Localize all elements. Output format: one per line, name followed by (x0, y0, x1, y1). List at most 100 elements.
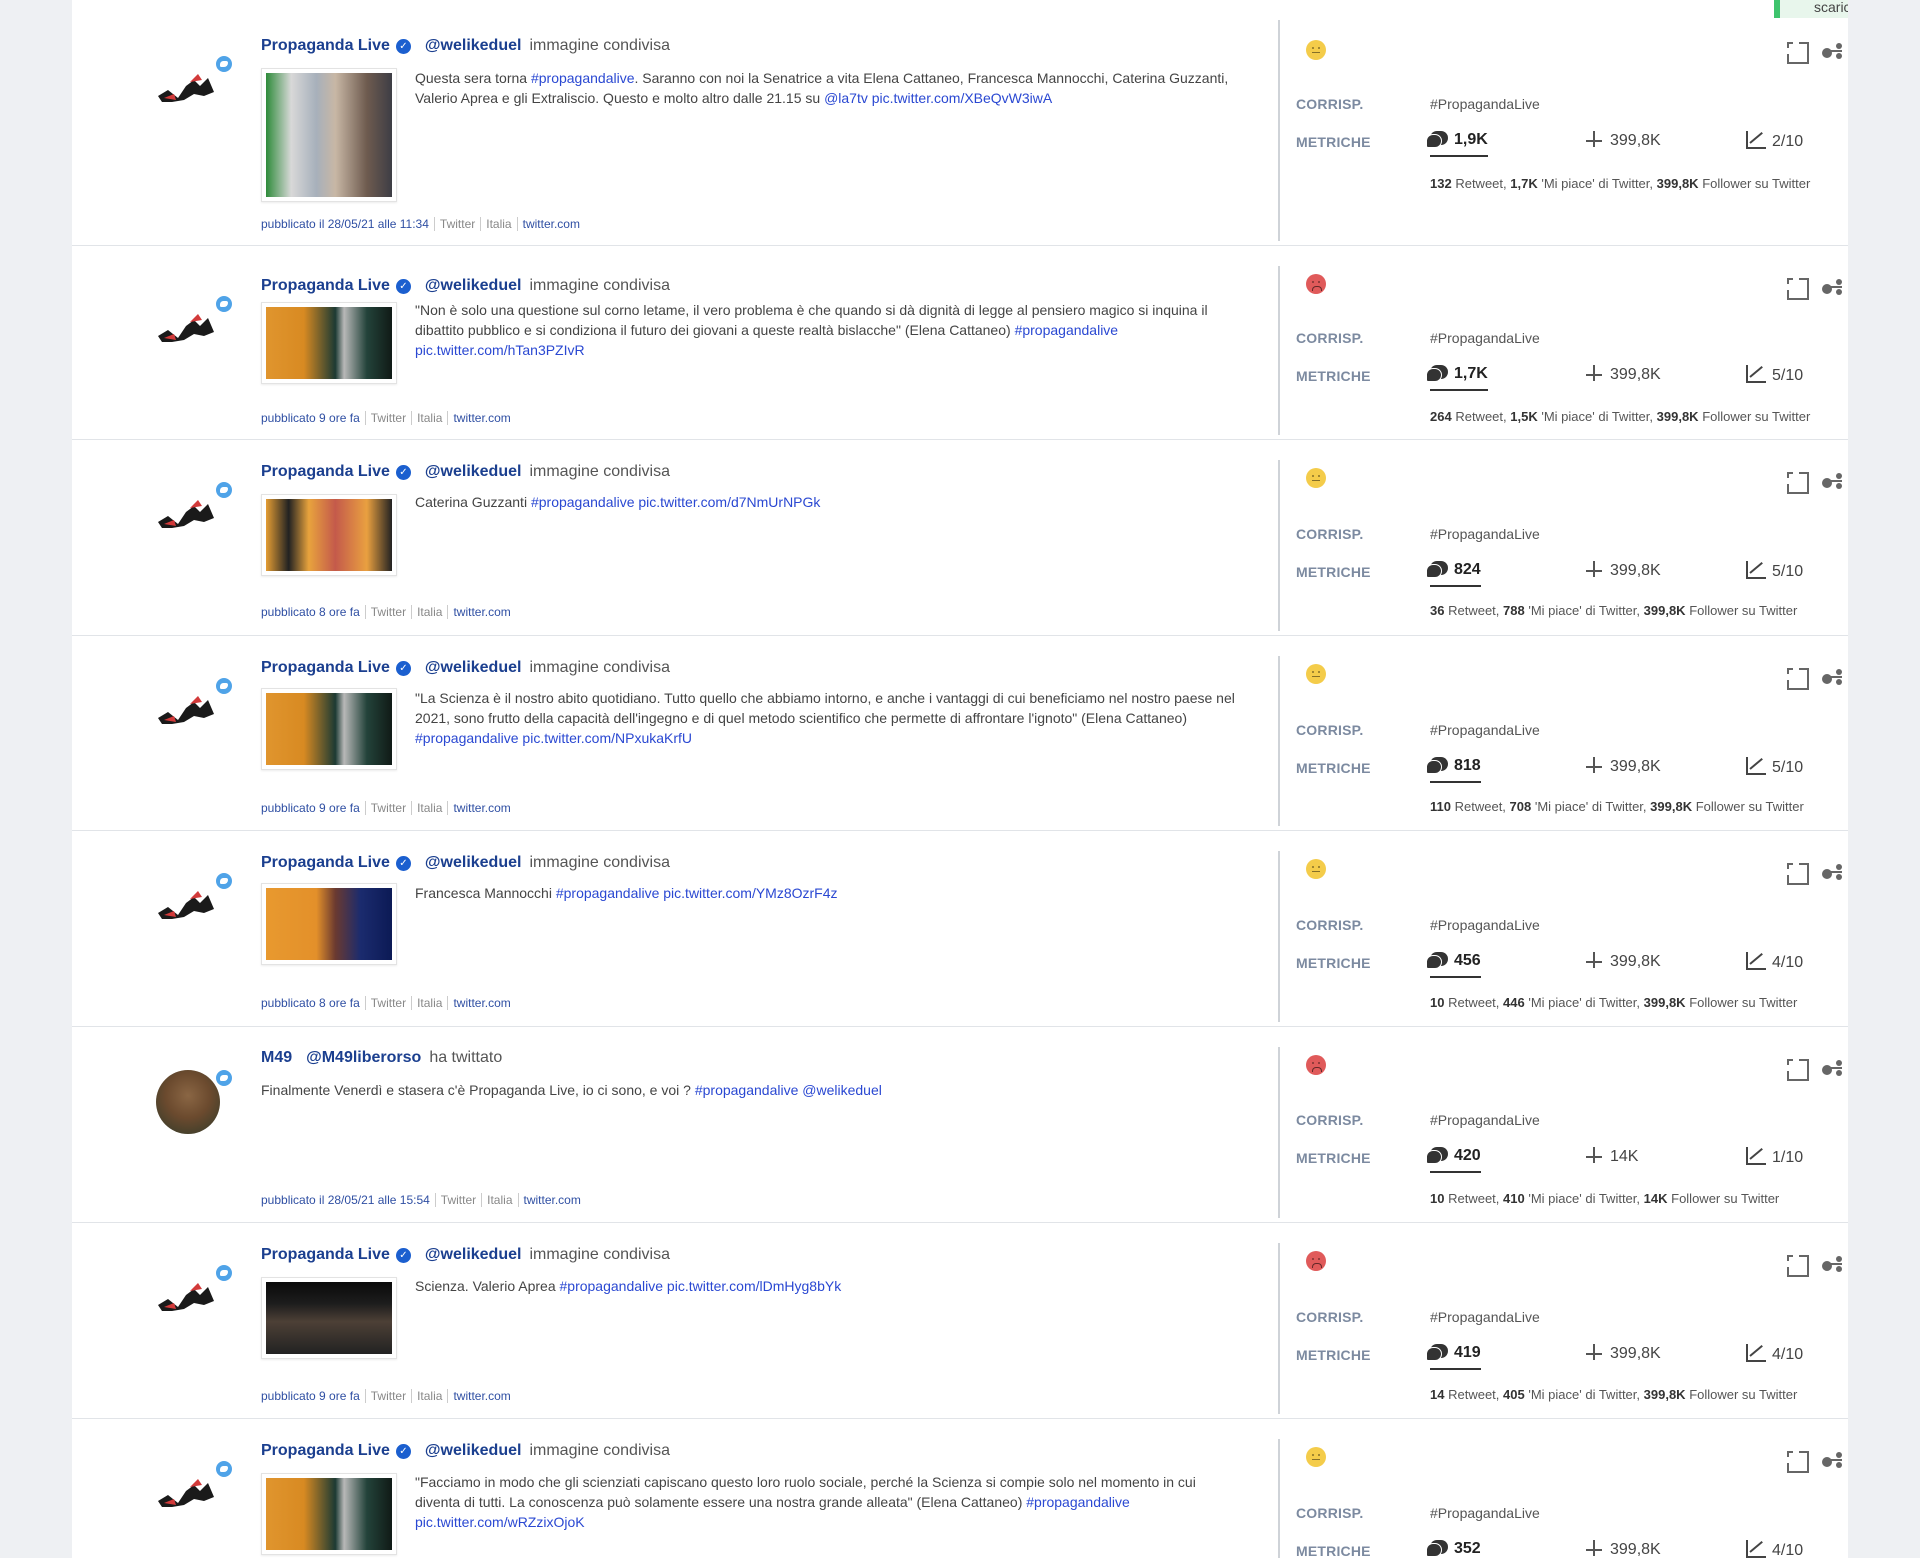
reach-metric: 14K (1586, 1147, 1638, 1166)
mention-card-3: Propaganda Live ✓ @welikeduel immagine cond… (72, 440, 1848, 636)
shared-image-elena-cattaneo-studio[interactable] (261, 1473, 397, 1555)
expand-icon[interactable] (1783, 1447, 1809, 1473)
neutral-sentiment-icon[interactable] (1306, 468, 1326, 488)
source-site-link[interactable]: twitter.com (453, 605, 510, 619)
neutral-sentiment-icon[interactable] (1306, 664, 1326, 684)
share-icon[interactable] (1818, 1055, 1844, 1081)
comments-metric[interactable]: 1,9K (1426, 131, 1488, 157)
hashtag-link[interactable]: #propagandalive (695, 1082, 799, 1098)
comments-metric[interactable]: 419 (1426, 1344, 1481, 1370)
share-icon[interactable] (1818, 274, 1844, 300)
source-site-link[interactable]: twitter.com (453, 411, 510, 425)
matched-tag[interactable]: #PropagandaLive (1430, 1309, 1540, 1325)
expand-icon[interactable] (1783, 1055, 1809, 1081)
tweet-link[interactable]: @welikeduel (802, 1082, 882, 1098)
negative-sentiment-icon[interactable] (1306, 274, 1326, 294)
negative-sentiment-icon[interactable] (1306, 1055, 1326, 1075)
source-site-link[interactable]: twitter.com (453, 801, 510, 815)
shared-image-elena-cattaneo-studio[interactable] (261, 302, 397, 384)
matched-tag[interactable]: #PropagandaLive (1430, 96, 1540, 112)
author-name[interactable]: Propaganda Live (261, 1246, 390, 1263)
share-icon[interactable] (1818, 468, 1844, 494)
share-icon[interactable] (1818, 1447, 1844, 1473)
neutral-sentiment-icon[interactable] (1306, 1447, 1326, 1467)
hashtag-link[interactable]: #propagandalive (1015, 322, 1119, 338)
avatar[interactable] (154, 294, 234, 362)
comments-metric[interactable]: 818 (1426, 757, 1481, 783)
share-icon[interactable] (1818, 664, 1844, 690)
matched-tag[interactable]: #PropagandaLive (1430, 722, 1540, 738)
matched-tag[interactable]: #PropagandaLive (1430, 1505, 1540, 1521)
comments-metric[interactable]: 824 (1426, 561, 1481, 587)
expand-icon[interactable] (1783, 859, 1809, 885)
shared-image-elena-cattaneo-portrait[interactable] (261, 68, 397, 202)
source-site-link[interactable]: twitter.com (453, 1389, 510, 1403)
matched-tag[interactable]: #PropagandaLive (1430, 1112, 1540, 1128)
author-name[interactable]: Propaganda Live (261, 37, 390, 54)
share-icon[interactable] (1818, 38, 1844, 64)
author-handle[interactable]: @welikeduel (425, 37, 522, 54)
hashtag-link[interactable]: #propagandalive (560, 1278, 664, 1294)
avatar[interactable] (154, 54, 234, 122)
shared-image-francesca-mannocchi[interactable] (261, 883, 397, 965)
author-name[interactable]: Propaganda Live (261, 277, 390, 294)
hashtag-link[interactable]: #propagandalive (415, 730, 519, 746)
avatar[interactable] (154, 1459, 234, 1527)
author-name[interactable]: Propaganda Live (261, 463, 390, 480)
likes-count: 788 (1503, 603, 1525, 618)
share-icon[interactable] (1818, 859, 1844, 885)
hashtag-link[interactable]: #propagandalive (531, 494, 635, 510)
matched-tag[interactable]: #PropagandaLive (1430, 330, 1540, 346)
expand-icon[interactable] (1783, 468, 1809, 494)
author-handle[interactable]: @M49liberorso (306, 1049, 421, 1066)
neutral-sentiment-icon[interactable] (1306, 859, 1326, 879)
author-name[interactable]: Propaganda Live (261, 854, 390, 871)
author-handle[interactable]: @welikeduel (425, 1246, 522, 1263)
author-handle[interactable]: @welikeduel (425, 463, 522, 480)
avatar[interactable] (154, 480, 234, 548)
comments-metric[interactable]: 1,7K (1426, 365, 1488, 391)
comments-value: 420 (1454, 1147, 1481, 1164)
source-site-link[interactable]: twitter.com (453, 996, 510, 1010)
source-site-link[interactable]: twitter.com (524, 1193, 581, 1207)
author-name[interactable]: Propaganda Live (261, 1442, 390, 1459)
avatar[interactable] (154, 871, 234, 939)
hashtag-link[interactable]: #propagandalive (531, 70, 635, 86)
negative-sentiment-icon[interactable] (1306, 1251, 1326, 1271)
shared-image-elena-cattaneo-studio[interactable] (261, 688, 397, 770)
expand-icon[interactable] (1783, 1251, 1809, 1277)
tweet-link[interactable]: pic.twitter.com/NPxukaKrfU (522, 730, 692, 746)
shared-image-valerio-aprea[interactable] (261, 1277, 397, 1359)
hashtag-link[interactable]: #propagandalive (1026, 1494, 1130, 1510)
expand-icon[interactable] (1783, 664, 1809, 690)
matched-tag[interactable]: #PropagandaLive (1430, 917, 1540, 933)
expand-icon[interactable] (1783, 274, 1809, 300)
avatar[interactable] (154, 1263, 234, 1331)
hashtag-link[interactable]: #propagandalive (556, 885, 660, 901)
tweet-link[interactable]: pic.twitter.com/YMz8OzrF4z (663, 885, 837, 901)
neutral-sentiment-icon[interactable] (1306, 40, 1326, 60)
shared-image-caterina-guzzanti[interactable] (261, 494, 397, 576)
comments-metric[interactable]: 456 (1426, 952, 1481, 978)
author-handle[interactable]: @welikeduel (425, 854, 522, 871)
tweet-link[interactable]: pic.twitter.com/d7NmUrNPGk (638, 494, 820, 510)
tweet-link[interactable]: pic.twitter.com/wRZzixOjoK (415, 1514, 585, 1530)
tweet-link[interactable]: pic.twitter.com/hTan3PZIvR (415, 342, 585, 358)
tweet-link[interactable]: pic.twitter.com/lDmHyg8bYk (667, 1278, 841, 1294)
avatar[interactable] (154, 1068, 234, 1136)
author-handle[interactable]: @welikeduel (425, 277, 522, 294)
avatar[interactable] (154, 676, 234, 744)
source-site-link[interactable]: twitter.com (523, 217, 580, 231)
tweet-link[interactable]: @la7tv pic.twitter.com/XBeQvW3iwA (824, 90, 1052, 106)
notification-toast[interactable]: scaricano (1774, 0, 1848, 18)
matched-tag[interactable]: #PropagandaLive (1430, 526, 1540, 542)
comments-metric[interactable]: 420 (1426, 1147, 1481, 1173)
expand-icon[interactable] (1783, 38, 1809, 64)
mention-action: immagine condivisa (529, 659, 670, 676)
author-handle[interactable]: @welikeduel (425, 1442, 522, 1459)
share-icon[interactable] (1818, 1251, 1844, 1277)
comments-metric[interactable]: 352 (1426, 1540, 1481, 1558)
author-name[interactable]: M49 (261, 1049, 292, 1066)
author-name[interactable]: Propaganda Live (261, 659, 390, 676)
author-handle[interactable]: @welikeduel (425, 659, 522, 676)
